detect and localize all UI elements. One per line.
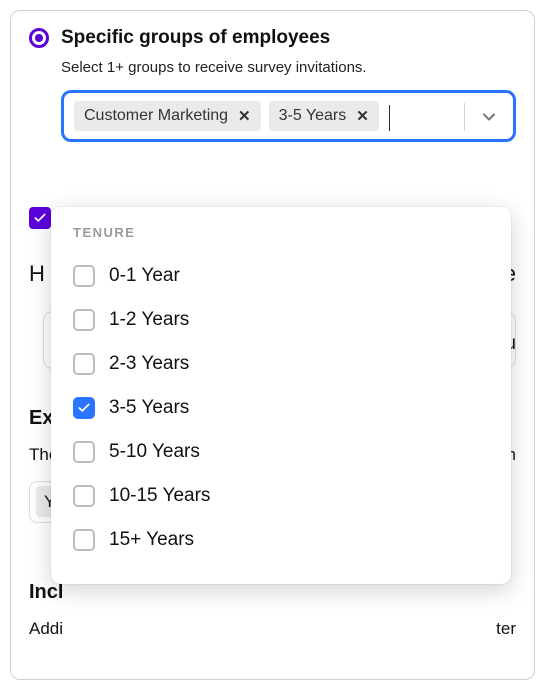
text-cursor[interactable] (389, 105, 390, 131)
multiselect-divider (464, 103, 465, 131)
checkbox-checked-icon[interactable] (73, 397, 95, 419)
tenure-option-label: 5-10 Years (109, 441, 200, 463)
radio-row[interactable]: Specific groups of employees (29, 27, 516, 49)
chevron-down-icon[interactable] (475, 101, 503, 133)
tenure-option[interactable]: 2-3 Years (73, 342, 489, 386)
tenure-option-label: 2-3 Years (109, 353, 189, 375)
bg-fragment: ter (496, 619, 516, 639)
tenure-dropdown[interactable]: TENURE 0-1 Year 1-2 Years 2-3 Years 3-5 Yea… (51, 207, 511, 584)
chips-area[interactable]: Customer Marketing ✕ 3-5 Years ✕ (74, 101, 450, 131)
selected-chip[interactable]: 3-5 Years ✕ (269, 101, 379, 131)
tenure-option-label: 3-5 Years (109, 397, 189, 419)
tenure-option[interactable]: 15+ Years (73, 518, 489, 562)
helper-text: Select 1+ groups to receive survey invit… (61, 59, 516, 76)
tenure-option[interactable]: 10-15 Years (73, 474, 489, 518)
panel: Specific groups of employees Select 1+ g… (10, 10, 535, 680)
background-checkbox[interactable] (29, 207, 51, 229)
radio-label: Specific groups of employees (61, 27, 330, 49)
chip-remove-icon[interactable]: ✕ (356, 107, 369, 125)
chip-label: 3-5 Years (279, 107, 347, 125)
chip-remove-icon[interactable]: ✕ (238, 107, 251, 125)
tenure-option-label: 0-1 Year (109, 265, 180, 287)
tenure-option[interactable]: 1-2 Years (73, 298, 489, 342)
tenure-option[interactable]: 3-5 Years (73, 386, 489, 430)
bg-heading-fragment: Incl (29, 581, 63, 604)
tenure-option-label: 10-15 Years (109, 485, 210, 507)
checkbox-icon[interactable] (73, 485, 95, 507)
checkbox-icon[interactable] (73, 441, 95, 463)
radio-selected-icon (29, 28, 49, 48)
checkbox-icon[interactable] (73, 309, 95, 331)
tenure-option-label: 15+ Years (109, 529, 194, 551)
tenure-option[interactable]: 5-10 Years (73, 430, 489, 474)
selected-chip[interactable]: Customer Marketing ✕ (74, 101, 261, 131)
checkbox-icon[interactable] (73, 529, 95, 551)
bg-fragment: Addi (29, 619, 63, 639)
tenure-option[interactable]: 0-1 Year (73, 254, 489, 298)
dropdown-section-header: TENURE (73, 225, 489, 240)
checkbox-icon[interactable] (73, 353, 95, 375)
checkbox-icon[interactable] (73, 265, 95, 287)
chip-label: Customer Marketing (84, 107, 228, 125)
tenure-option-label: 1-2 Years (109, 309, 189, 331)
bg-fragment: H (29, 261, 45, 287)
groups-multiselect[interactable]: Customer Marketing ✕ 3-5 Years ✕ (61, 90, 516, 142)
